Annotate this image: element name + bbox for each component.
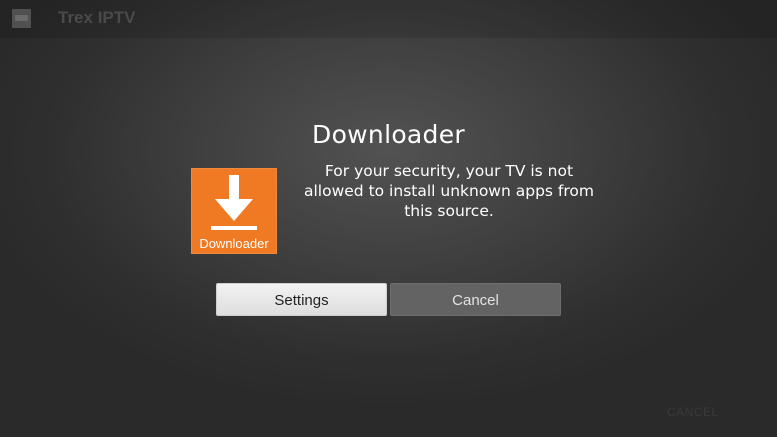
cancel-button[interactable]: Cancel bbox=[390, 283, 561, 316]
downloader-app-icon: Downloader bbox=[191, 168, 277, 254]
screen: Trex IPTV CANCEL Downloader Downloader F… bbox=[0, 0, 777, 437]
dialog-title: Downloader bbox=[312, 120, 465, 149]
background-app-icon bbox=[12, 9, 31, 28]
background-app-title: Trex IPTV bbox=[58, 8, 136, 27]
background-cancel-label: CANCEL bbox=[667, 405, 719, 419]
settings-button[interactable]: Settings bbox=[216, 283, 387, 316]
app-icon-label: Downloader bbox=[199, 236, 269, 251]
security-message: For your security, your TV is not allowe… bbox=[304, 162, 594, 220]
background-app-header: Trex IPTV bbox=[0, 0, 777, 38]
